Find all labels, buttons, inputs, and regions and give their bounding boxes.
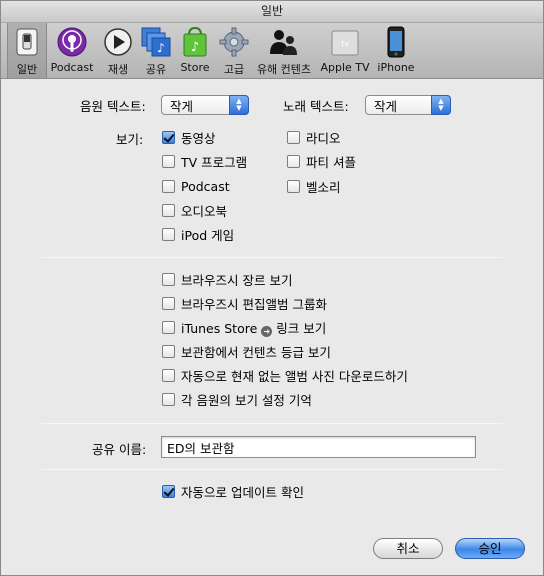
tab-parental[interactable]: 유해 컨텐츠 [251, 23, 317, 78]
source-text-value: 작게 [170, 98, 194, 114]
tab-general-label: 일반 [16, 63, 38, 76]
group-compilations-checkbox[interactable]: 브라우즈시 편집앨범 그룹화 [162, 294, 327, 312]
show-party-shuffle-checkbox[interactable]: 파티 셔플 [287, 152, 356, 170]
section-divider [41, 423, 503, 424]
checkbox-box [162, 130, 175, 144]
store-bag-icon: ♪ [178, 26, 212, 58]
checkbox-box [162, 484, 175, 498]
shared-name-label: 공유 이름: [92, 442, 147, 457]
show-genre-when-browsing-checkbox[interactable]: 브라우즈시 장르 보기 [162, 270, 292, 288]
checkbox-label: TV 프로그램 [181, 154, 248, 170]
arrow-right-circle-icon: ➜ [261, 325, 273, 337]
checkbox-box [287, 179, 300, 193]
show-tv-shows-checkbox[interactable]: TV 프로그램 [162, 152, 247, 170]
tab-advanced-label: 고급 [223, 63, 245, 76]
popup-arrows-icon: ▲ ▼ [431, 95, 451, 115]
tab-podcast[interactable]: Podcast [47, 23, 97, 78]
auto-download-artwork-checkbox[interactable]: 자동으로 현재 없는 앨범 사진 다운로드하기 [162, 366, 408, 384]
checkbox-label: 라디오 [306, 130, 341, 146]
source-text-label: 음원 텍스트: [80, 99, 146, 114]
checkbox-box [162, 392, 175, 406]
window-title: 일반 [1, 1, 543, 23]
show-movies-checkbox[interactable]: 동영상 [162, 128, 216, 146]
checkbox-label: Podcast [181, 178, 230, 194]
checkbox-label: iPod 게임 [181, 227, 235, 243]
shared-name-field[interactable] [161, 436, 476, 458]
popup-arrows-icon: ▲ ▼ [229, 95, 249, 115]
checkbox-box [162, 203, 175, 217]
show-label: 보기: [116, 132, 144, 147]
checkbox-box [287, 130, 300, 144]
checkbox-box [162, 154, 175, 168]
checkbox-box [162, 344, 175, 358]
show-store-links-checkbox[interactable]: iTunes Store ➜ 링크 보기 [162, 318, 326, 337]
tab-playback-label: 재생 [107, 63, 129, 76]
tab-parental-label: 유해 컨텐츠 [256, 63, 312, 76]
check-for-updates-checkbox[interactable]: 자동으로 업데이트 확인 [162, 482, 304, 500]
tab-iphone-label: iPhone [377, 61, 415, 74]
appletv-glyph: tv [341, 39, 349, 48]
checkbox-label: 자동으로 현재 없는 앨범 사진 다운로드하기 [181, 368, 408, 384]
iphone-icon [379, 26, 413, 58]
song-text-value: 작게 [374, 98, 398, 114]
appletv-icon: tv [328, 26, 362, 58]
tab-advanced[interactable]: 고급 [217, 23, 251, 78]
tab-sharing-label: 공유 [145, 63, 167, 76]
ok-button[interactable]: 승인 [455, 538, 525, 559]
checkbox-box [162, 227, 175, 241]
checkbox-label: iTunes Store ➜ 링크 보기 [181, 318, 326, 337]
section-divider [41, 469, 503, 470]
checkbox-box [162, 320, 175, 334]
show-radio-checkbox[interactable]: 라디오 [287, 128, 341, 146]
checkbox-label: 오디오북 [181, 203, 228, 219]
switch-icon [10, 26, 44, 58]
song-text-label: 노래 텍스트: [283, 99, 349, 114]
show-content-ratings-checkbox[interactable]: 보관함에서 컨텐츠 등급 보기 [162, 342, 331, 360]
source-text-popup[interactable]: 작게 ▲ ▼ [161, 95, 249, 115]
checkbox-label: 동영상 [181, 130, 216, 146]
tab-store-label: Store [180, 61, 210, 74]
parental-icon [267, 26, 301, 58]
checkbox-box [162, 179, 175, 193]
checkbox-label: 파티 셔플 [306, 154, 356, 170]
checkbox-box [162, 368, 175, 382]
checkbox-label: 브라우즈시 편집앨범 그룹화 [181, 296, 327, 312]
checkbox-label: 벨소리 [306, 179, 341, 195]
tab-store[interactable]: ♪ Store [173, 23, 217, 78]
checkbox-box [287, 154, 300, 168]
tab-sharing[interactable]: ♪ 공유 [139, 23, 173, 78]
preferences-window: 일반 일반 Podcast 재생 ♪ 공유 ♪ Store 고급 유해 컨텐츠 … [0, 0, 544, 576]
tab-iphone[interactable]: iPhone [373, 23, 419, 78]
show-audiobooks-checkbox[interactable]: 오디오북 [162, 201, 227, 219]
gear-icon [217, 26, 251, 58]
checkbox-label: 보관함에서 컨텐츠 등급 보기 [181, 344, 331, 360]
svg-text:♪: ♪ [191, 40, 199, 55]
cancel-button[interactable]: 취소 [373, 538, 443, 559]
store-link-text-post: 링크 보기 [276, 320, 327, 336]
podcast-icon [55, 26, 89, 58]
tab-podcast-label: Podcast [50, 61, 94, 74]
show-podcast-checkbox[interactable]: Podcast [162, 177, 230, 195]
tab-appletv-label: Apple TV [320, 61, 370, 74]
svg-text:♪: ♪ [157, 41, 165, 55]
checkbox-label: 브라우즈시 장르 보기 [181, 272, 293, 288]
show-ipod-games-checkbox[interactable]: iPod 게임 [162, 225, 234, 243]
sharing-icon: ♪ [139, 26, 173, 58]
show-ringtones-checkbox[interactable]: 벨소리 [287, 177, 341, 195]
tab-playback[interactable]: 재생 [97, 23, 139, 78]
play-icon [101, 26, 135, 58]
checkbox-box [162, 296, 175, 310]
checkbox-box [162, 272, 175, 286]
checkbox-label: 각 음원의 보기 설정 기억 [181, 392, 312, 408]
tab-general[interactable]: 일반 [7, 23, 47, 78]
section-divider [41, 257, 503, 258]
preferences-toolbar: 일반 Podcast 재생 ♪ 공유 ♪ Store 고급 유해 컨텐츠 tv … [1, 23, 543, 79]
checkbox-label: 자동으로 업데이트 확인 [181, 484, 304, 500]
general-pane: 음원 텍스트: 작게 ▲ ▼ 노래 텍스트: 작게 ▲ ▼ 보기: 동영상 TV 프… [1, 79, 543, 575]
remember-view-setting-checkbox[interactable]: 각 음원의 보기 설정 기억 [162, 390, 312, 408]
song-text-popup[interactable]: 작게 ▲ ▼ [365, 95, 451, 115]
store-link-text-pre: iTunes Store [181, 320, 258, 336]
tab-appletv[interactable]: tv Apple TV [317, 23, 373, 78]
